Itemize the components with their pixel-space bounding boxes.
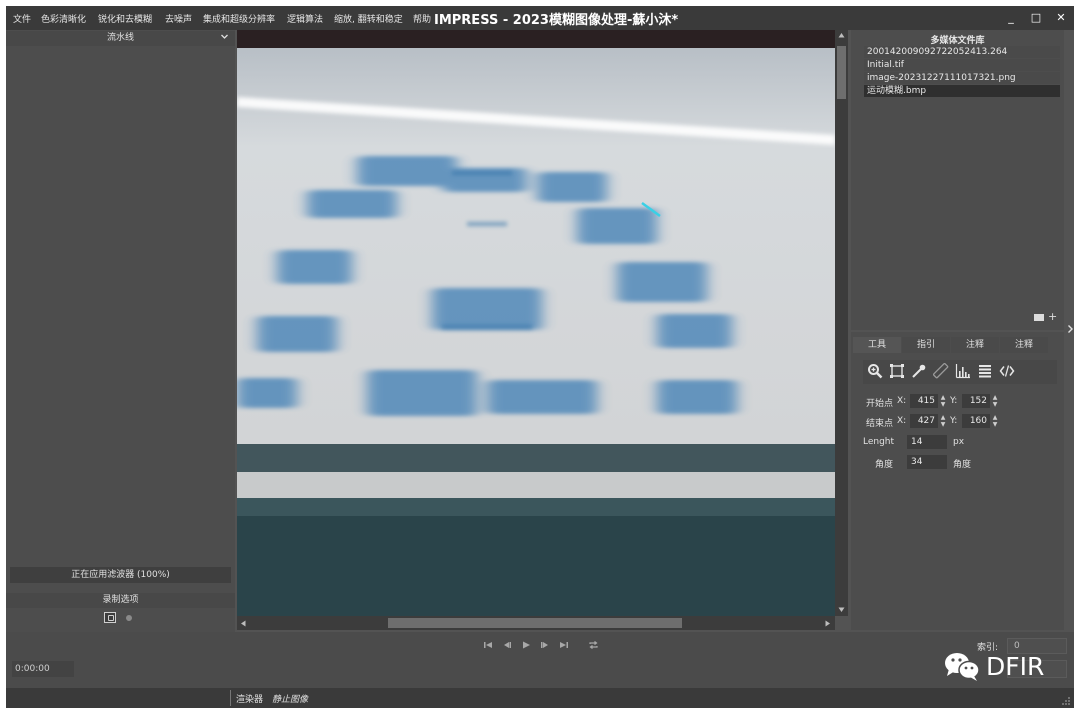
tab-annotation[interactable]: 注释 — [951, 337, 999, 353]
record-options-title: 录制选项 — [102, 595, 139, 605]
media-library-panel: 多媒体文件库 2001420090927220524​13.264 Initia… — [851, 30, 1064, 330]
end-y-spinner[interactable]: ▲ ▼ — [991, 414, 999, 428]
media-library-title: 多媒体文件库 — [930, 36, 985, 46]
record-options-header: 录制选项 — [6, 593, 235, 608]
menu-logic-algorithms[interactable]: 逻辑算法 — [287, 12, 323, 25]
scroll-right-arrow-icon[interactable] — [824, 620, 831, 627]
length-field[interactable]: 14 — [907, 435, 947, 449]
pipeline-title: 流水线 — [106, 33, 134, 43]
add-icon[interactable]: + — [1048, 310, 1057, 323]
media-file-item[interactable]: image-20231227111017321.png — [864, 72, 1060, 84]
renderer-label: 渲染器 — [236, 695, 264, 705]
ruler-icon[interactable] — [933, 363, 949, 379]
angle-field[interactable]: 34 — [907, 455, 947, 469]
watermark-text: DFIR — [986, 652, 1045, 681]
pipeline-panel: 流水线 正在应用滤波器 (100%) 录制选项 — [6, 30, 235, 632]
end-y-field[interactable]: 160 — [962, 414, 990, 428]
chevron-right-icon[interactable] — [1067, 324, 1074, 334]
menu-color-clarify[interactable]: 色彩清晰化 — [41, 12, 86, 25]
code-icon[interactable] — [999, 363, 1015, 379]
skip-to-end-icon[interactable] — [559, 640, 569, 650]
resize-grip-icon[interactable] — [1061, 696, 1071, 706]
end-x-spinner[interactable]: ▲ ▼ — [939, 414, 947, 428]
loop-icon[interactable] — [588, 640, 599, 650]
length-unit: px — [953, 437, 965, 447]
start-y-spinner[interactable]: ▲ ▼ — [991, 394, 999, 408]
pipeline-header[interactable]: 流水线 — [6, 31, 235, 46]
close-button[interactable]: ✕ — [1053, 10, 1069, 26]
menu-file[interactable]: 文件 — [13, 12, 31, 25]
record-screenshot-button[interactable] — [104, 612, 116, 623]
vertical-scroll-thumb[interactable] — [837, 46, 846, 99]
start-x-spinner[interactable]: ▲ ▼ — [939, 394, 947, 408]
minimize-button[interactable]: _ — [1003, 10, 1019, 26]
tab-annotation-2[interactable]: 注释 — [1000, 337, 1048, 353]
end-y-label: Y: — [950, 416, 958, 426]
menu-bar: 文件 色彩清晰化 锐化和去模糊 去噪声 集成和超级分辨率 逻辑算法 缩放, 翻转… — [6, 6, 1074, 30]
length-label: Lenght — [863, 437, 895, 447]
media-file-item[interactable]: Initial.tif — [864, 59, 1060, 71]
timecode-field[interactable]: 0:00:00 — [12, 661, 74, 677]
end-x-field[interactable]: 427 — [910, 414, 938, 428]
blurred-image — [237, 30, 835, 616]
media-file-item-selected[interactable]: 运动模糊.bmp — [864, 85, 1060, 97]
angle-label: 角度 — [875, 460, 894, 470]
horizontal-scroll-thumb[interactable] — [388, 618, 682, 628]
wechat-icon — [945, 653, 980, 681]
tab-guide[interactable]: 指引 — [902, 337, 950, 353]
scroll-up-arrow-icon[interactable] — [838, 32, 845, 39]
menu-denoise[interactable]: 去噪声 — [165, 12, 192, 25]
tool-icon-bar — [863, 360, 1057, 384]
zoom-icon[interactable] — [867, 363, 883, 379]
filter-progress-status: 正在应用滤波器 (100%) — [10, 567, 231, 583]
start-x-label: X: — [897, 396, 907, 406]
start-y-field[interactable]: 152 — [962, 394, 990, 408]
maximize-button[interactable]: □ — [1028, 10, 1044, 26]
scroll-left-arrow-icon[interactable] — [240, 620, 247, 627]
record-dot-icon[interactable] — [126, 615, 132, 621]
start-x-field[interactable]: 415 — [910, 394, 938, 408]
eyedropper-icon[interactable] — [911, 363, 927, 379]
scroll-down-arrow-icon[interactable] — [838, 606, 845, 613]
angle-unit: 角度 — [953, 460, 972, 470]
folder-icon[interactable] — [1034, 314, 1044, 321]
vertical-scrollbar[interactable] — [835, 30, 848, 616]
layers-icon[interactable] — [977, 363, 993, 379]
menu-integration-superres[interactable]: 集成和超级分辨率 — [203, 12, 275, 25]
crop-icon[interactable] — [889, 363, 905, 379]
status-divider — [230, 690, 231, 706]
end-point-label: 结束点 — [866, 419, 894, 429]
play-icon[interactable] — [521, 640, 531, 650]
tab-tools[interactable]: 工具 — [853, 337, 901, 353]
end-x-label: X: — [897, 416, 907, 426]
step-forward-icon[interactable] — [540, 640, 550, 650]
chevron-down-icon[interactable] — [220, 32, 229, 41]
menu-scale-flip-stabilize[interactable]: 缩放, 翻转和稳定 — [334, 12, 403, 25]
tools-panel: 工具 指引 注释 注释 开始点 X: 415 ▲ ▼ Y: 152 ▲ ▼ 结束… — [851, 332, 1064, 630]
start-y-label: Y: — [950, 396, 958, 406]
menu-sharpen-deblur[interactable]: 锐化和去模糊 — [98, 12, 152, 25]
window-title: IMPRESS - 2023模糊图像处理-蘇小沐* — [434, 13, 679, 28]
app-window: 文件 色彩清晰化 锐化和去模糊 去噪声 集成和超级分辨率 逻辑算法 缩放, 翻转… — [6, 6, 1074, 708]
image-viewer[interactable] — [237, 30, 835, 616]
start-point-label: 开始点 — [866, 399, 894, 409]
step-back-icon[interactable] — [502, 640, 512, 650]
menu-help[interactable]: 帮助 — [413, 12, 431, 25]
histogram-icon[interactable] — [955, 363, 971, 379]
skip-to-start-icon[interactable] — [483, 640, 493, 650]
status-bar — [6, 688, 1074, 708]
renderer-value: 静止图像 — [272, 695, 309, 705]
media-file-item[interactable]: 2001420090927220524​13.264 — [864, 46, 1060, 58]
